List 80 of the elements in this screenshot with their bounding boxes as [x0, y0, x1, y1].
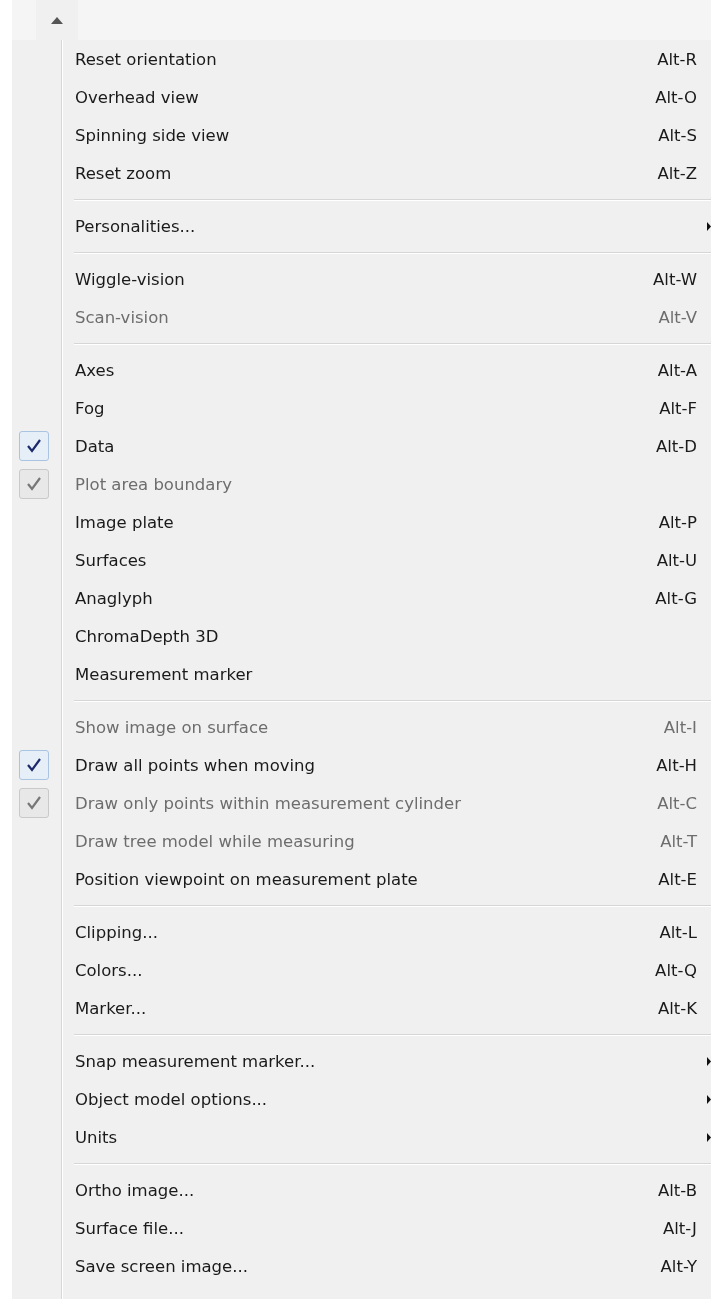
shortcut-text: Alt-H: [656, 755, 697, 775]
shortcut-text: Alt-L: [659, 922, 697, 942]
menu-item-label: Measurement marker: [75, 664, 254, 684]
shortcut-text: Alt-O: [655, 87, 697, 107]
menu-item[interactable]: Surface file... Alt-J: [12, 1209, 711, 1247]
menu-item-label: Colors...: [75, 960, 144, 980]
shortcut-text: Alt-R: [657, 49, 697, 69]
shortcut-text: Alt-D: [656, 436, 697, 456]
menu-item[interactable]: Fog Alt-F: [12, 389, 711, 427]
shortcut-text: Alt-S: [658, 125, 697, 145]
shortcut-text: Alt-K: [657, 998, 697, 1018]
menu-item-label: Wiggle-vision: [75, 269, 186, 289]
menu-item[interactable]: Spinning side view Alt-S: [12, 116, 711, 154]
shortcut-text: Alt-P: [658, 512, 697, 532]
menu-item-label: Surfaces: [75, 550, 148, 570]
menu-item[interactable]: Object model options...: [12, 1080, 711, 1118]
menu-item-label: Overhead view: [75, 87, 200, 107]
menu-item-label: Plot area boundary: [75, 474, 233, 494]
shortcut-text: Alt-I: [663, 717, 697, 737]
menu-item-label: Surface file...: [75, 1218, 185, 1238]
menu-item[interactable]: Position viewpoint on measurement plate Alt-E: [12, 860, 711, 898]
shortcut-text: Alt-F: [659, 398, 697, 418]
menu-item-label: Ortho image...: [75, 1180, 196, 1200]
menu-item-label: Image plate: [75, 512, 175, 532]
menu-item-label: Axes: [75, 360, 116, 380]
menu-item[interactable]: Ortho image... Alt-B: [12, 1171, 711, 1209]
menu-item[interactable]: Colors... Alt-Q: [12, 951, 711, 989]
menu-item[interactable]: Anaglyph Alt-G: [12, 579, 711, 617]
shortcut-text: Alt-E: [658, 869, 697, 889]
menu-item[interactable]: Data Alt-D: [12, 427, 711, 465]
menu-item-label: Scan-vision: [75, 307, 170, 327]
menu-item[interactable]: Axes Alt-A: [12, 351, 711, 389]
menu-item-label: Object model options...: [75, 1089, 269, 1109]
menu-item[interactable]: Reset orientation Alt-R: [12, 40, 711, 78]
menu-item[interactable]: Personalities...: [12, 207, 711, 245]
menu-item[interactable]: Save screen image... Alt-Y: [12, 1247, 711, 1285]
menu-item-label: Units: [75, 1127, 119, 1147]
menu-item[interactable]: Wiggle-vision Alt-W: [12, 260, 711, 298]
menu-item[interactable]: ChromaDepth 3D: [12, 617, 711, 655]
menu-item-label: Fog: [75, 398, 106, 418]
menu-item[interactable]: Clipping... Alt-L: [12, 913, 711, 951]
shortcut-text: Alt-T: [660, 831, 697, 851]
menu-item-label: Snap measurement marker...: [75, 1051, 317, 1071]
menu-item-label: Marker...: [75, 998, 148, 1018]
shortcut-text: Alt-Y: [660, 1256, 697, 1276]
shortcut-text: Alt-Z: [657, 163, 697, 183]
menu-item-label: Save screen image...: [75, 1256, 249, 1276]
scroll-up-button[interactable]: [36, 0, 78, 40]
menu-item-label: Data: [75, 436, 116, 456]
shortcut-text: Alt-B: [657, 1180, 697, 1200]
menu-item[interactable]: Marker... Alt-K: [12, 989, 711, 1027]
menu-item[interactable]: Measurement marker: [12, 655, 711, 693]
shortcut-text: Alt-U: [656, 550, 697, 570]
menu-item[interactable]: Reset zoom Alt-Z: [12, 154, 711, 192]
shortcut-text: Alt-Q: [655, 960, 697, 980]
menu-item[interactable]: Draw all points when moving Alt-H: [12, 746, 711, 784]
menu-item-label: Spinning side view: [75, 125, 231, 145]
menu-item-label: Draw all points when moving: [75, 755, 317, 775]
shortcut-text: Alt-G: [655, 588, 697, 608]
menu-item[interactable]: Units: [12, 1118, 711, 1156]
menu-item-label: Reset zoom: [75, 163, 173, 183]
menu-item-label: Personalities...: [75, 216, 197, 236]
menu-item-label: Draw only points within measurement cylinder: [75, 793, 462, 813]
menu-item-label: Clipping...: [75, 922, 159, 942]
shortcut-text: Alt-W: [653, 269, 697, 289]
menu-item-label: Draw tree model while measuring: [75, 831, 356, 851]
menu-item[interactable]: Overhead view Alt-O: [12, 78, 711, 116]
menu-item[interactable]: Snap measurement marker...: [12, 1042, 711, 1080]
menu-item[interactable]: Surfaces Alt-U: [12, 541, 711, 579]
menu-item-label: Reset orientation: [75, 49, 218, 69]
shortcut-text: Alt-V: [658, 307, 697, 327]
menu-item-label: ChromaDepth 3D: [75, 626, 220, 646]
menu-item[interactable]: Image plate Alt-P: [12, 503, 711, 541]
menu-item-label: Anaglyph: [75, 588, 154, 608]
shortcut-text: Alt-C: [657, 793, 697, 813]
scroll-up-icon: [51, 16, 63, 24]
menu-item-label: Position viewpoint on measurement plate: [75, 869, 419, 889]
shortcut-text: Alt-A: [657, 360, 697, 380]
menu-item-label: Show image on surface: [75, 717, 270, 737]
shortcut-text: Alt-J: [662, 1218, 697, 1238]
